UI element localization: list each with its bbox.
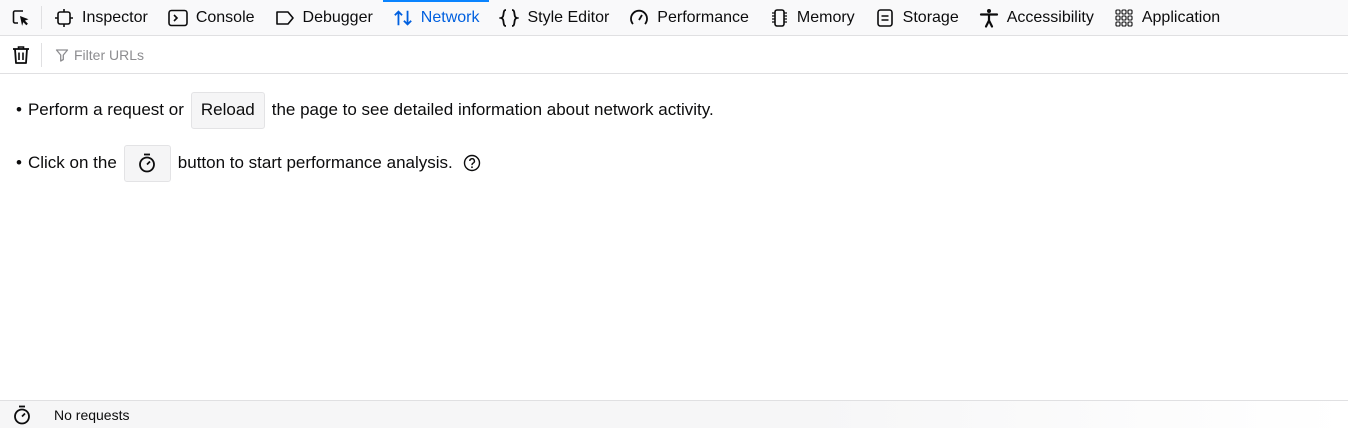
filter-urls-input[interactable] [74, 46, 474, 63]
console-icon [168, 8, 188, 28]
network-empty-notice: • Perform a request or Reload the page t… [16, 91, 714, 182]
accessibility-icon [979, 8, 999, 28]
network-status-bar: No requests [0, 400, 1348, 428]
status-performance-button[interactable] [0, 405, 44, 425]
tab-label: Network [420, 8, 480, 26]
clear-requests-button[interactable] [0, 42, 42, 67]
devtools-tab-toolbar: Inspector Console Debugger Network Style… [0, 0, 1348, 36]
tab-performance[interactable]: Performance [619, 0, 759, 35]
network-filter-toolbar [0, 36, 1348, 74]
filter-urls-box [42, 36, 474, 73]
memory-icon [769, 8, 789, 28]
tab-storage[interactable]: Storage [865, 0, 969, 35]
debugger-icon [275, 8, 295, 28]
filter-icon [55, 48, 69, 62]
bullet: • [16, 100, 22, 119]
reload-button[interactable]: Reload [190, 91, 265, 129]
status-summary: No requests [54, 406, 130, 423]
element-picker-button[interactable] [0, 6, 42, 29]
storage-icon [875, 8, 895, 28]
notice-reload-row: • Perform a request or Reload the page t… [16, 91, 714, 129]
notice-perf-row: • Click on the button to start performan… [16, 144, 714, 182]
tab-label: Inspector [82, 8, 148, 26]
tab-inspector[interactable]: Inspector [42, 0, 158, 35]
notice-text: button to start performance analysis. [177, 153, 453, 172]
help-button[interactable] [463, 154, 481, 172]
tab-label: Style Editor [527, 8, 610, 26]
performance-icon [629, 8, 649, 28]
application-icon [1114, 8, 1134, 28]
tab-debugger[interactable]: Debugger [265, 0, 383, 35]
stopwatch-icon [14, 405, 30, 424]
notice-text: Click on the [27, 153, 117, 172]
tab-console[interactable]: Console [158, 0, 265, 35]
tab-application[interactable]: Application [1104, 0, 1230, 35]
tab-style-editor[interactable]: Style Editor [489, 0, 619, 35]
stopwatch-icon [139, 153, 156, 173]
bullet: • [16, 153, 22, 172]
style-editor-icon [499, 8, 520, 28]
help-icon [463, 154, 480, 172]
tab-memory[interactable]: Memory [759, 0, 865, 35]
start-performance-analysis-button[interactable] [123, 144, 171, 182]
tab-network[interactable]: Network [382, 0, 490, 35]
tab-label: Memory [796, 8, 855, 26]
tab-label: Storage [902, 8, 959, 26]
element-picker-icon [12, 9, 28, 26]
tab-label: Application [1141, 8, 1221, 26]
network-icon [393, 8, 413, 28]
tab-label: Debugger [302, 8, 373, 26]
inspector-icon [54, 8, 74, 28]
notice-text: Perform a request or [27, 100, 184, 119]
notice-text: the page to see detailed information abo… [271, 100, 714, 119]
tab-label: Accessibility [1006, 8, 1094, 26]
trash-icon [12, 45, 29, 64]
tab-label: Console [195, 8, 255, 26]
tab-label: Performance [657, 8, 749, 26]
tab-accessibility[interactable]: Accessibility [969, 0, 1104, 35]
